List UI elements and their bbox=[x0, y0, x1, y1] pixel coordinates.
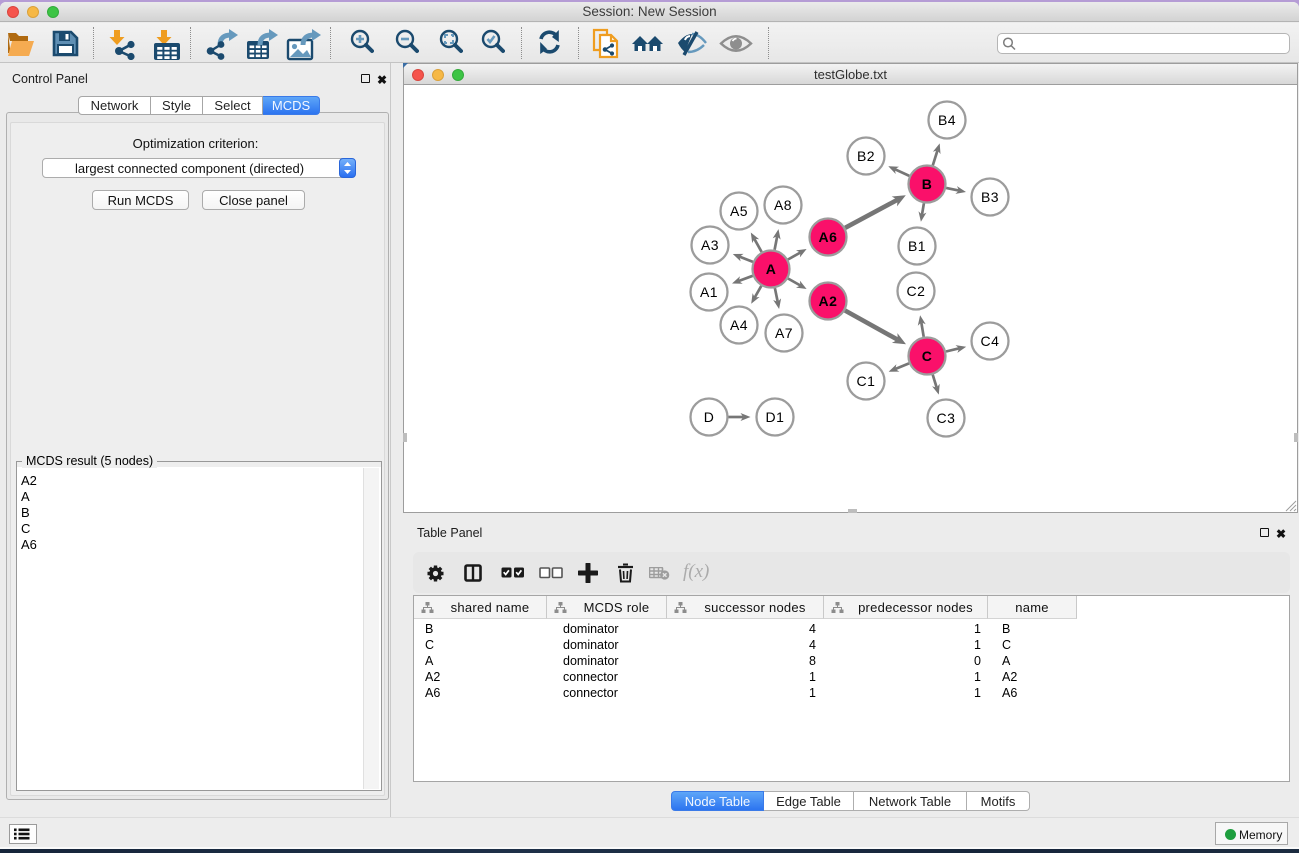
svg-text:B4: B4 bbox=[938, 112, 956, 128]
svg-text:B1: B1 bbox=[908, 238, 926, 254]
svg-text:B2: B2 bbox=[857, 148, 875, 164]
svg-text:D: D bbox=[704, 409, 715, 425]
svg-text:A2: A2 bbox=[819, 293, 838, 309]
svg-text:A5: A5 bbox=[730, 203, 748, 219]
svg-text:B3: B3 bbox=[981, 189, 999, 205]
svg-text:A1: A1 bbox=[700, 284, 718, 300]
svg-text:C2: C2 bbox=[907, 283, 926, 299]
svg-text:A4: A4 bbox=[730, 317, 748, 333]
svg-text:C4: C4 bbox=[981, 333, 1000, 349]
svg-text:C1: C1 bbox=[857, 373, 876, 389]
svg-text:A: A bbox=[766, 261, 777, 277]
svg-text:B: B bbox=[922, 176, 933, 192]
svg-text:C3: C3 bbox=[937, 410, 956, 426]
svg-text:A8: A8 bbox=[774, 197, 792, 213]
svg-text:A7: A7 bbox=[775, 325, 793, 341]
svg-text:A3: A3 bbox=[701, 237, 719, 253]
svg-text:C: C bbox=[922, 348, 933, 364]
svg-text:D1: D1 bbox=[766, 409, 785, 425]
svg-text:A6: A6 bbox=[819, 229, 838, 245]
